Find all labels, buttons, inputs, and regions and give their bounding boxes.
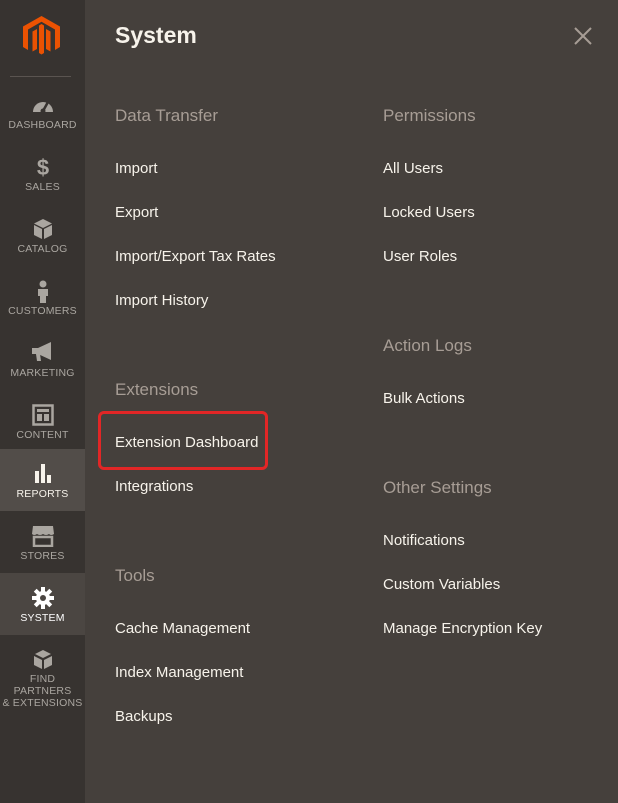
nav-dashboard-label: DASHBOARD (8, 119, 77, 131)
nav-dashboard[interactable]: DASHBOARD (0, 80, 85, 142)
close-icon (574, 27, 592, 45)
menu-link-backups[interactable]: Backups (115, 708, 173, 725)
nav-find-partners-label: FIND PARTNERS & EXTENSIONS (0, 673, 85, 709)
menu-link-notifications[interactable]: Notifications (383, 532, 465, 549)
menu-link-export[interactable]: Export (115, 204, 158, 221)
nav-find-partners-label-line2: & EXTENSIONS (2, 697, 83, 709)
nav-catalog-label: CATALOG (17, 243, 68, 255)
nav-stores[interactable]: STORES (0, 511, 85, 573)
panel-title: System (115, 22, 197, 48)
menu-link-integrations[interactable]: Integrations (115, 478, 193, 495)
cube-icon (33, 219, 52, 239)
nav-sales-label: SALES (25, 181, 60, 193)
nav-find-partners-label-line1: FIND PARTNERS (13, 673, 72, 697)
section-title-other-settings: Other Settings (383, 478, 492, 497)
section-title-permissions: Permissions (383, 106, 476, 125)
svg-text:$: $ (36, 156, 48, 178)
menu-link-bulk-actions[interactable]: Bulk Actions (383, 390, 465, 407)
menu-link-all-users[interactable]: All Users (383, 160, 443, 177)
menu-link-custom-variables[interactable]: Custom Variables (383, 576, 500, 593)
nav-customers[interactable]: CUSTOMERS (0, 266, 85, 328)
menu-link-import-export-tax-rates[interactable]: Import/Export Tax Rates (115, 248, 276, 265)
menu-link-manage-encryption-key[interactable]: Manage Encryption Key (383, 620, 542, 637)
nav-customers-label: CUSTOMERS (8, 305, 77, 317)
section-title-action-logs: Action Logs (383, 336, 472, 355)
nav-catalog[interactable]: CATALOG (0, 204, 85, 266)
logo-divider (10, 76, 71, 77)
menu-link-import-history[interactable]: Import History (115, 292, 208, 309)
system-menu-panel: System Data Transfer Import Export Impor… (85, 0, 618, 803)
menu-link-index-management[interactable]: Index Management (115, 664, 243, 681)
nav-reports[interactable]: REPORTS (0, 449, 85, 511)
nav-marketing-label: MARKETING (10, 367, 75, 379)
menu-link-import[interactable]: Import (115, 160, 158, 177)
nav-reports-label: REPORTS (16, 488, 69, 500)
magento-logo-icon (23, 16, 60, 55)
person-icon (37, 280, 48, 303)
nav-system-label: SYSTEM (20, 612, 65, 624)
menu-link-locked-users[interactable]: Locked Users (383, 204, 475, 221)
nav-content[interactable]: CONTENT (0, 390, 85, 452)
section-title-tools: Tools (115, 566, 155, 585)
dashboard-icon (32, 101, 53, 114)
nav-content-label: CONTENT (16, 429, 69, 441)
gear-icon (31, 587, 54, 609)
nav-find-partners[interactable]: FIND PARTNERS & EXTENSIONS (0, 635, 85, 709)
nav-stores-label: STORES (20, 550, 65, 562)
nav-sales[interactable]: $ SALES (0, 142, 85, 204)
boxes-icon (33, 650, 52, 669)
dollar-icon: $ (36, 156, 48, 178)
close-button[interactable] (573, 26, 593, 46)
nav-marketing[interactable]: MARKETING (0, 328, 85, 390)
menu-link-extension-dashboard[interactable]: Extension Dashboard (115, 434, 258, 451)
section-title-data-transfer: Data Transfer (115, 106, 218, 125)
magento-logo[interactable] (0, 0, 85, 76)
storefront-icon (31, 526, 54, 547)
menu-link-user-roles[interactable]: User Roles (383, 248, 457, 265)
section-title-extensions: Extensions (115, 380, 199, 399)
menu-link-cache-management[interactable]: Cache Management (115, 620, 250, 637)
layout-icon (31, 404, 54, 426)
nav-system[interactable]: SYSTEM (0, 573, 85, 635)
megaphone-icon (31, 342, 51, 361)
admin-sidebar: DASHBOARD $ SALES CATALOG CUSTOMERS MARK… (0, 0, 85, 803)
bar-chart-icon (34, 464, 51, 483)
